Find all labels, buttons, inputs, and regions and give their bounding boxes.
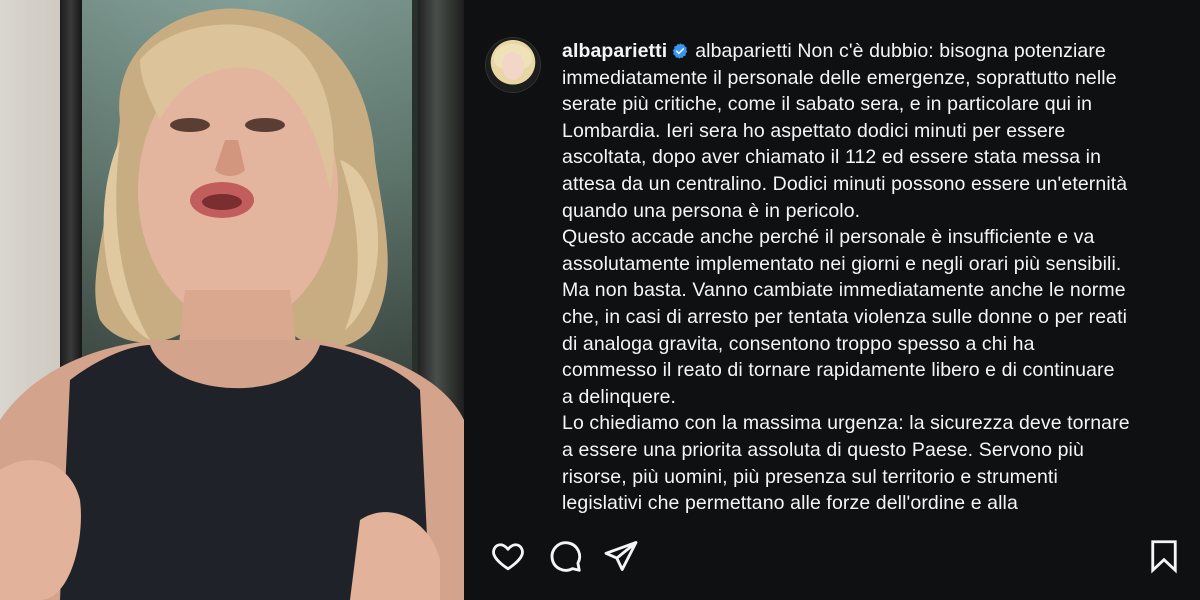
send-icon[interactable] (603, 538, 639, 574)
post-panel: albaparietti albaparietti Non c'è dubbio:… (464, 0, 1200, 600)
profile-avatar[interactable] (486, 38, 540, 92)
username-link[interactable]: albaparietti (562, 40, 667, 62)
speaking-woman-image (0, 8, 464, 600)
caption-line-13: a delinquere. (562, 385, 677, 408)
caption-line-16: risorse, più uomini, più presenza sul te… (562, 465, 1058, 488)
caption-line-2: serate più critiche, come il sabato sera… (562, 93, 1093, 116)
caption-line-5: attesa da un centralino. Dodici minuti p… (562, 172, 1128, 195)
action-bar (490, 538, 1180, 578)
verified-badge-icon (672, 43, 688, 59)
caption-line-10: che, in casi di arresto per tentata viol… (562, 305, 1128, 328)
avatar-face (502, 52, 524, 80)
caption-lines: albaparietti albaparietti Non c'è dubbio:… (562, 38, 1162, 517)
caption-line-1: immediatamente il personale delle emerge… (562, 66, 1117, 89)
caption-line-4: ascoltata, dopo aver chiamato il 112 ed … (562, 146, 1102, 169)
caption-line-0: Non c'è dubbio: bisogna potenziare (797, 40, 1106, 62)
caption-line-11: di analoga gravita, consentono troppo sp… (562, 332, 1035, 355)
caption-line-9: Ma non basta. Vanno cambiate immediatame… (562, 279, 1126, 302)
caption-clip: albaparietti albaparietti Non c'è dubbio:… (562, 38, 1162, 522)
post-video-frame[interactable] (0, 0, 464, 600)
caption-row: albaparietti albaparietti Non c'è dubbio:… (486, 38, 1176, 522)
caption-line-3: Lombardia. Ieri sera ho aspettato dodici… (562, 119, 1066, 142)
caption-line-12: commesso il reato di tornare rapidamente… (562, 359, 1115, 382)
caption-username[interactable]: albaparietti (695, 40, 792, 62)
caption-text: albaparietti albaparietti Non c'è dubbio:… (562, 38, 1162, 522)
caption-line-17: legislativi che permettano alle forze de… (562, 492, 1018, 515)
caption-first-line: albaparietti albaparietti Non c'è dubbio:… (562, 38, 1162, 65)
heart-icon[interactable] (490, 538, 526, 574)
bookmark-icon[interactable] (1146, 538, 1182, 574)
instagram-post: albaparietti albaparietti Non c'è dubbio:… (0, 0, 1200, 600)
caption-line-7: Questo accade anche perché il personale … (562, 226, 1095, 249)
caption-line-8: assolutamente implementato nei giorni e … (562, 252, 1122, 275)
caption-line-15: a essere una priorita assoluta di questo… (562, 438, 1084, 461)
comment-icon[interactable] (547, 538, 583, 574)
caption-line-14: Lo chiediamo con la massima urgenza: la … (562, 412, 1130, 435)
caption-line-6: quando una persona è in pericolo. (562, 199, 861, 222)
